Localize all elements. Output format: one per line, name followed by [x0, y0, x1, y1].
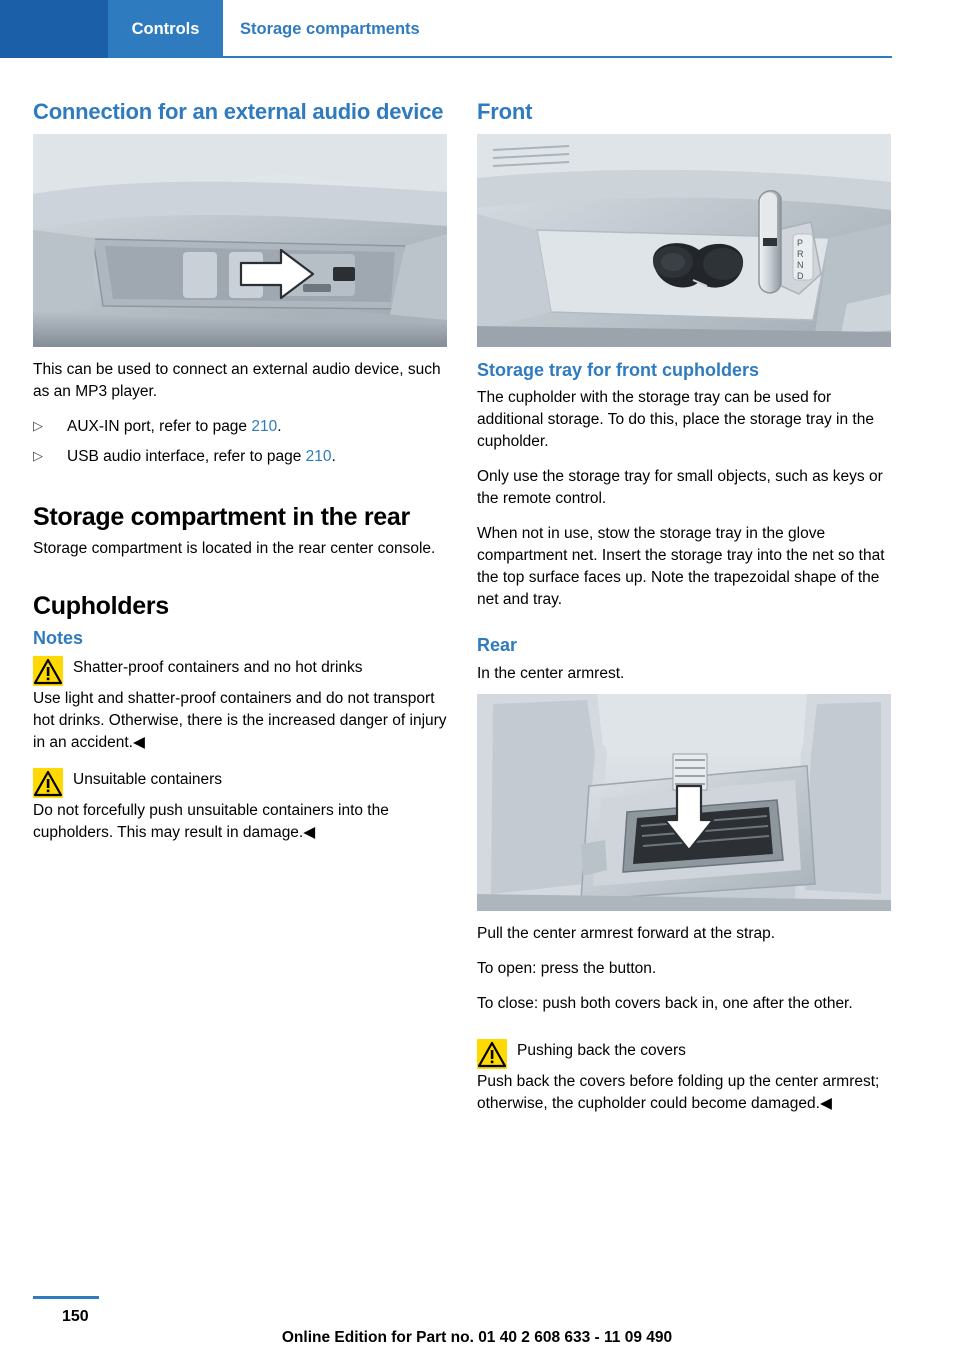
paragraph-tray-3: When not in use, stow the storage tray i…	[477, 525, 885, 608]
header-chapter-label: Controls	[131, 20, 200, 38]
manual-page: Controls Storage compartments Connection…	[0, 0, 954, 1354]
warning-triangle-icon	[33, 768, 63, 798]
page-number: 150	[62, 1308, 89, 1325]
paragraph-tray-1: The cupholder with the storage tray can …	[477, 389, 874, 450]
warning-title: Pushing back the covers	[517, 1041, 686, 1059]
heading-rear: Rear	[477, 635, 518, 655]
page-header: Controls Storage compartments	[0, 0, 954, 58]
paragraph-tray-2: Only use the storage tray for small obje…	[477, 468, 883, 507]
heading-storage-tray-front-cupholders: Storage tray for front cupholders	[477, 359, 760, 380]
heading-front: Front	[477, 99, 533, 124]
footer-edition-text: Online Edition for Part no. 01 40 2 608 …	[281, 1329, 673, 1346]
paragraph-rear-3: To open: press the button.	[477, 959, 657, 977]
warning-note-unsuitable-containers: Unsuitable containers Do not forcefully …	[33, 767, 447, 844]
warning-title: Shatter-proof containers and no hot drin…	[73, 659, 363, 676]
paragraph-rear-4: To close: push both covers back in, one …	[477, 994, 853, 1012]
bullet-marker-icon: ▷	[33, 447, 43, 463]
warning-triangle-icon	[477, 1038, 507, 1069]
paragraph-audio-intro: This can be used to connect an external …	[33, 360, 441, 400]
figure-rear-armrest-cupholder	[477, 693, 891, 911]
svg-text:N: N	[797, 260, 804, 270]
page-reference-link[interactable]: 210	[306, 448, 332, 465]
page-reference-link[interactable]: 210	[251, 418, 277, 435]
paragraph-rear-2: Pull the center armrest forward at the s…	[477, 924, 776, 942]
left-column: Connection for an external audio device	[33, 98, 447, 857]
warning-note-pushing-back-covers: Pushing back the covers Push back the co…	[477, 1038, 891, 1115]
svg-text:R: R	[797, 249, 804, 259]
bullet-text: USB audio interface, refer to page 210.	[67, 446, 447, 468]
heading-notes: Notes	[33, 627, 84, 648]
warning-note-shatter-proof: Shatter-proof containers and no hot drin…	[33, 655, 447, 754]
right-column: Front P R N D Storage tray for front cup…	[477, 98, 891, 1128]
bullet-marker-icon: ▷	[33, 417, 43, 433]
header-section-title: Storage compartments	[240, 20, 420, 38]
bullet-text-before: USB audio interface, refer to page	[67, 447, 306, 465]
header-chapter-tab: Controls	[108, 0, 223, 58]
bullet-text: AUX-IN port, refer to page 210.	[67, 416, 447, 438]
list-item: ▷ AUX-IN port, refer to page 210.	[33, 416, 447, 438]
heading-storage-compartment-rear: Storage compartment in the rear	[33, 502, 410, 531]
figure-audio-connection	[33, 133, 447, 347]
list-item: ▷ USB audio interface, refer to page 210…	[33, 446, 447, 468]
heading-connection-external-audio: Connection for an external audio device	[33, 99, 444, 124]
svg-text:D: D	[797, 271, 804, 281]
warning-body: Use light and shatter-proof containers a…	[33, 690, 447, 751]
paragraph-storage-rear: Storage compartment is located in the re…	[33, 539, 436, 557]
warning-triangle-icon	[33, 656, 63, 686]
warning-title: Unsuitable containers	[73, 771, 223, 788]
warning-body: Push back the covers before folding up t…	[477, 1072, 880, 1112]
header-blue-block	[0, 0, 108, 58]
header-underline	[223, 56, 892, 58]
heading-cupholders: Cupholders	[33, 591, 169, 620]
figure-front-cupholders: P R N D	[477, 133, 891, 347]
bullet-text-after: .	[331, 447, 336, 465]
svg-text:P: P	[797, 238, 803, 248]
footer-rule	[33, 1296, 99, 1299]
paragraph-rear-1: In the center armrest.	[477, 664, 625, 682]
bullet-text-before: AUX-IN port, refer to page	[67, 417, 252, 435]
warning-body: Do not forcefully push unsuitable contai…	[33, 802, 389, 841]
bullet-text-after: .	[277, 417, 282, 435]
